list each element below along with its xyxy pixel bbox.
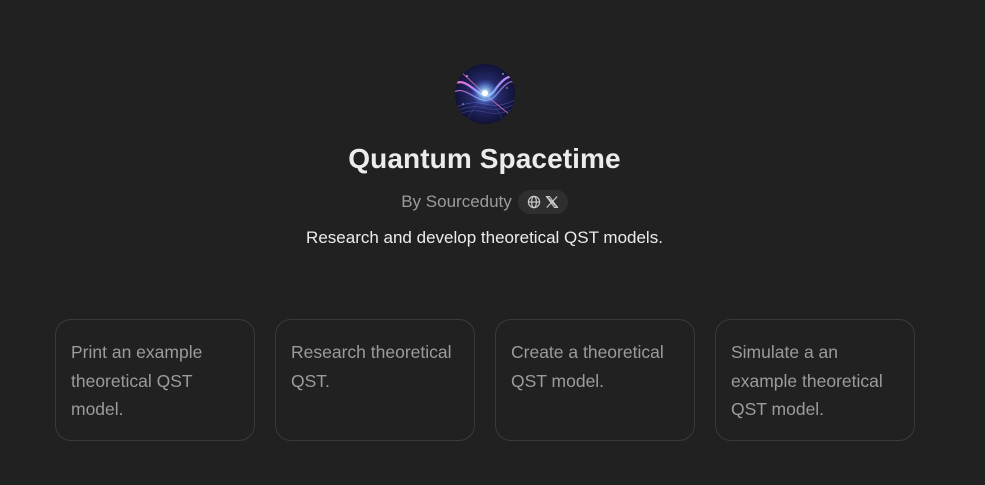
author-row: By Sourceduty bbox=[0, 190, 969, 214]
gpt-landing-page: Quantum Spacetime By Sourceduty Research… bbox=[0, 0, 985, 485]
starter-text: Research theoretical QST. bbox=[291, 342, 452, 391]
gpt-avatar bbox=[455, 64, 515, 124]
starter-card[interactable]: Research theoretical QST. bbox=[275, 319, 475, 441]
starter-text: Simulate a an example theoretical QST mo… bbox=[731, 342, 883, 419]
gpt-description: Research and develop theoretical QST mod… bbox=[306, 228, 663, 247]
starter-card[interactable]: Print an example theoretical QST model. bbox=[55, 319, 255, 441]
conversation-starters: Print an example theoretical QST model. … bbox=[55, 319, 915, 441]
starter-card[interactable]: Create a theoretical QST model. bbox=[495, 319, 695, 441]
author-label: By Sourceduty bbox=[401, 192, 512, 211]
starter-text: Print an example theoretical QST model. bbox=[71, 342, 203, 419]
gpt-title: Quantum Spacetime bbox=[348, 143, 621, 174]
x-icon[interactable] bbox=[545, 195, 559, 209]
starter-card[interactable]: Simulate a an example theoretical QST mo… bbox=[715, 319, 915, 441]
globe-icon[interactable] bbox=[527, 195, 541, 209]
starter-text: Create a theoretical QST model. bbox=[511, 342, 664, 391]
social-links bbox=[517, 190, 568, 214]
